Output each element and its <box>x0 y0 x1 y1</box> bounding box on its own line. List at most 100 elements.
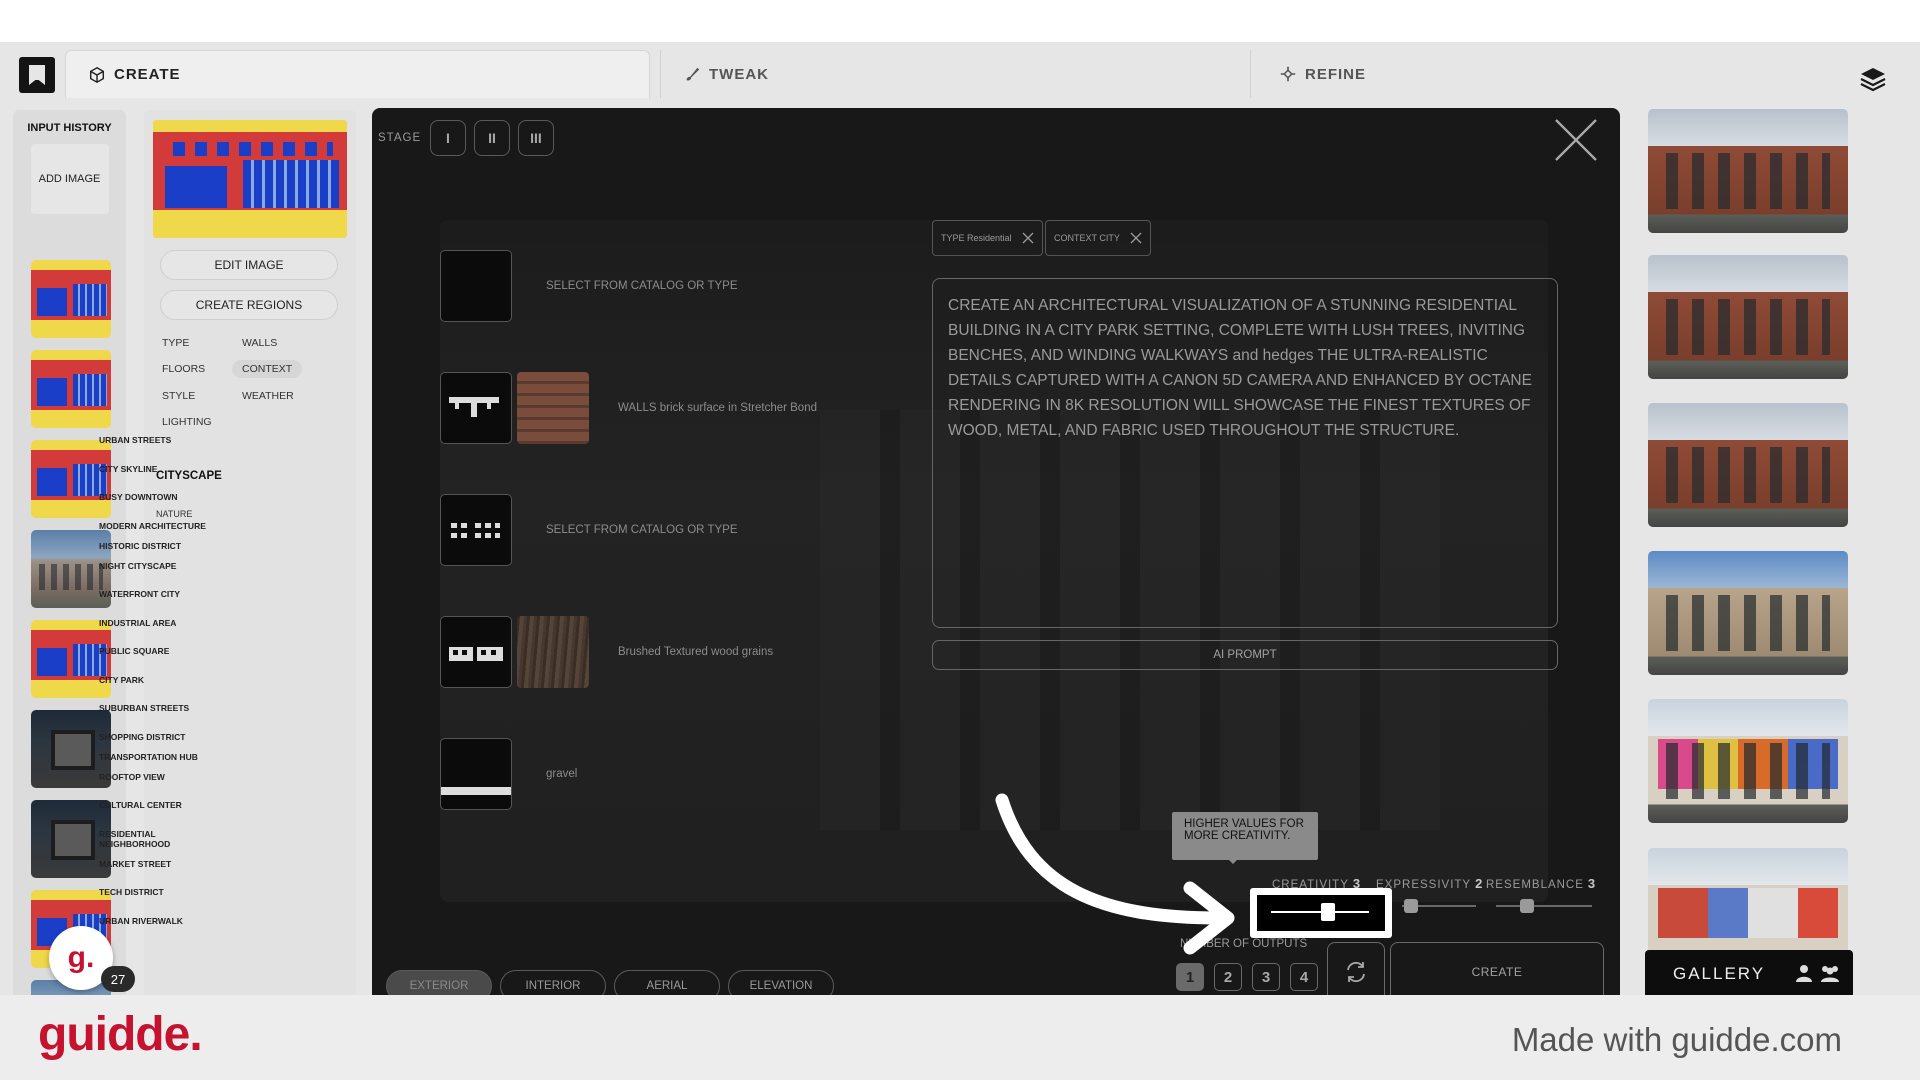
made-with-text[interactable]: Made with guidde.com <box>1512 1021 1842 1059</box>
gallery-button[interactable]: GALLERY <box>1645 950 1853 995</box>
category-weather[interactable]: WEATHER <box>242 390 294 402</box>
prompt-textarea[interactable]: CREATE AN ARCHITECTURAL VISUALIZATION OF… <box>932 278 1558 628</box>
create-regions-button[interactable]: CREATE REGIONS <box>160 290 338 320</box>
context-option[interactable]: PUBLIC SQUARE <box>99 646 209 656</box>
view-elevation[interactable]: ELEVATION <box>728 970 834 995</box>
context-options-list: URBAN STREETS CITY SKYLINE BUSY DOWNTOWN MO… <box>99 435 209 944</box>
context-option[interactable]: URBAN RIVERWALK <box>99 916 209 926</box>
material-row[interactable]: SELECT FROM CATALOG OR TYPE <box>440 494 960 566</box>
create-button[interactable]: CREATE <box>1390 942 1604 995</box>
gallery-image[interactable] <box>1648 699 1848 823</box>
close-icon[interactable] <box>1130 232 1142 244</box>
context-option[interactable]: CULTURAL CENTER <box>99 800 209 810</box>
refresh-button[interactable] <box>1327 942 1385 995</box>
context-option[interactable]: MODERN ARCHITECTURE <box>99 521 209 531</box>
app-logo[interactable] <box>19 57 55 93</box>
gallery-image[interactable] <box>1648 255 1848 379</box>
doors-region-icon <box>440 616 512 688</box>
stage-3-button[interactable]: III <box>518 120 554 156</box>
resemblance-slider-track[interactable] <box>1496 905 1592 907</box>
context-option[interactable]: NIGHT CITYSCAPE <box>99 561 209 571</box>
roof-region-icon <box>440 250 512 322</box>
context-option[interactable]: MARKET STREET <box>99 859 209 869</box>
material-row[interactable]: SELECT FROM CATALOG OR TYPE <box>440 250 960 322</box>
chip-context-label: CONTEXT CITY <box>1054 233 1120 243</box>
stage-1-button[interactable]: I <box>430 120 466 156</box>
context-option[interactable]: SHOPPING DISTRICT <box>99 732 209 742</box>
wood-swatch <box>517 616 589 688</box>
history-thumb[interactable] <box>31 350 111 428</box>
category-type[interactable]: TYPE <box>162 337 189 349</box>
brush-icon <box>686 67 700 81</box>
context-option[interactable]: WATERFRONT CITY <box>99 589 209 599</box>
material-row[interactable]: Brushed Textured wood grains <box>440 616 960 688</box>
material-row[interactable]: WALLS brick surface in Stretcher Bond <box>440 372 960 444</box>
stage-2-button[interactable]: II <box>474 120 510 156</box>
users-icon[interactable] <box>1819 964 1841 982</box>
expressivity-slider-handle[interactable] <box>1404 899 1418 913</box>
context-option[interactable]: HISTORIC DISTRICT <box>99 541 209 551</box>
resemblance-label: RESEMBLANCE 3 <box>1486 876 1597 891</box>
material-row[interactable]: gravel <box>440 738 960 810</box>
guide-arrow-icon <box>995 793 1235 955</box>
refresh-icon <box>1347 961 1365 983</box>
tab-refine[interactable]: REFINE <box>1250 50 1810 98</box>
close-icon[interactable] <box>1552 116 1600 164</box>
layers-icon[interactable] <box>1858 64 1888 94</box>
gallery-image[interactable] <box>1648 403 1848 527</box>
context-option[interactable]: BUSY DOWNTOWN <box>99 492 209 502</box>
ground-region-icon <box>440 738 512 810</box>
cube-icon <box>89 66 105 83</box>
view-aerial[interactable]: AERIAL <box>614 970 720 995</box>
ai-prompt-button[interactable]: AI PROMPT <box>932 640 1558 670</box>
context-option[interactable]: TRANSPORTATION HUB <box>99 752 209 762</box>
resemblance-slider-handle[interactable] <box>1520 899 1534 913</box>
brick-swatch <box>517 372 589 444</box>
context-option[interactable]: SUBURBAN STREETS <box>99 703 209 713</box>
material-label: SELECT FROM CATALOG OR TYPE <box>546 524 738 536</box>
guidde-logo[interactable]: guidde. <box>38 1007 203 1062</box>
input-history-title: INPUT HISTORY <box>27 122 112 134</box>
context-option[interactable]: RESIDENTIAL NEIGHBORHOOD <box>99 829 209 849</box>
add-image-button[interactable]: ADD IMAGE <box>30 144 109 214</box>
context-option[interactable]: ROOFTOP VIEW <box>99 772 209 782</box>
tab-refine-label: REFINE <box>1305 65 1367 83</box>
context-option[interactable]: TECH DISTRICT <box>99 887 209 897</box>
chip-context[interactable]: CONTEXT CITY <box>1045 220 1151 256</box>
category-floors[interactable]: FLOORS <box>162 363 205 375</box>
notification-badge: 27 <box>101 966 135 992</box>
app-window: CREATE TWEAK REFINE INPUT HISTORY ADD IM… <box>0 42 1920 995</box>
material-label: gravel <box>546 768 578 780</box>
crosshair-icon <box>1280 66 1296 82</box>
edit-image-button[interactable]: EDIT IMAGE <box>160 250 338 280</box>
gallery-image[interactable] <box>1648 109 1848 233</box>
outputs-4-button[interactable]: 4 <box>1290 963 1318 991</box>
walls-region-icon <box>440 372 512 444</box>
context-option[interactable]: CITY SKYLINE <box>99 464 209 474</box>
category-style[interactable]: STYLE <box>162 390 195 402</box>
gallery-label: GALLERY <box>1673 964 1766 983</box>
user-icon[interactable] <box>1795 964 1813 982</box>
creativity-slider-highlight[interactable] <box>1250 888 1392 938</box>
gallery-image[interactable] <box>1648 551 1848 675</box>
close-icon[interactable] <box>1022 232 1034 244</box>
tab-create[interactable]: CREATE <box>65 50 650 98</box>
context-option[interactable]: URBAN STREETS <box>99 435 209 445</box>
category-context[interactable]: CONTEXT <box>232 360 303 378</box>
context-option[interactable]: CITY PARK <box>99 675 209 685</box>
view-interior[interactable]: INTERIOR <box>500 970 606 995</box>
category-lighting[interactable]: LIGHTING <box>162 416 212 428</box>
outputs-2-button[interactable]: 2 <box>1214 963 1242 991</box>
outputs-3-button[interactable]: 3 <box>1252 963 1280 991</box>
material-label: WALLS brick surface in Stretcher Bond <box>618 402 817 414</box>
view-exterior[interactable]: EXTERIOR <box>386 970 492 995</box>
expressivity-label: EXPRESSIVITY 2 <box>1376 876 1484 891</box>
tab-tweak[interactable]: TWEAK <box>660 50 1240 98</box>
chip-type[interactable]: TYPE Residential <box>932 220 1043 256</box>
category-walls[interactable]: WALLS <box>242 337 277 349</box>
material-label: Brushed Textured wood grains <box>618 646 774 658</box>
context-option[interactable]: INDUSTRIAL AREA <box>99 618 209 628</box>
creativity-slider-handle[interactable] <box>1321 903 1335 921</box>
outputs-1-button[interactable]: 1 <box>1176 963 1204 991</box>
history-thumb[interactable] <box>31 260 111 338</box>
